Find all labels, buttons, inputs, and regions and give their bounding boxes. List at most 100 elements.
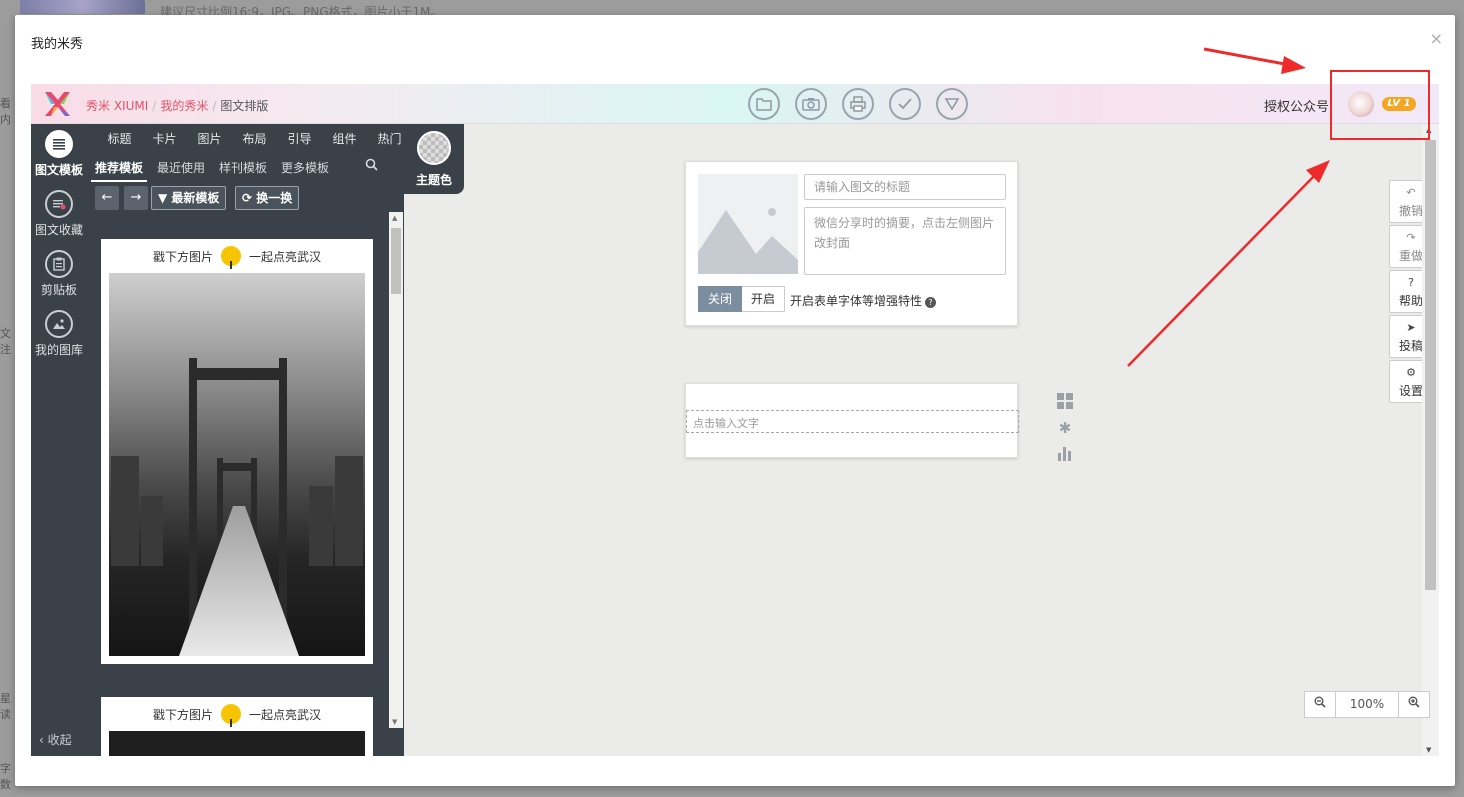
theme-swatch <box>417 131 451 165</box>
sidebar-item-image-library[interactable]: 我的图库 <box>31 310 87 358</box>
enhance-toggle-label: 开启表单字体等增强特性? <box>790 292 937 309</box>
question-icon[interactable]: ? <box>925 297 937 308</box>
lightbulb-icon <box>221 704 241 727</box>
sidebar-item-clipboard[interactable]: 剪贴板 <box>31 250 87 298</box>
template-card[interactable]: 戳下方图片 一起点亮武汉 <box>101 697 373 756</box>
zoom-in-button[interactable] <box>1398 691 1430 718</box>
breadcrumb-separator: / <box>152 99 157 113</box>
sidebar-item-label: 图文模板 <box>34 163 83 177</box>
camera-icon[interactable] <box>795 88 827 120</box>
theme-color-button[interactable]: 主题色 <box>404 124 464 194</box>
shuffle-label: 换一换 <box>256 191 293 205</box>
asterisk-icon[interactable]: ✱ <box>1057 419 1073 445</box>
prev-button[interactable]: ← <box>95 186 119 210</box>
sidebar-item-favorites[interactable]: 图文收藏 <box>31 190 87 238</box>
caption-left: 戳下方图片 <box>152 249 213 264</box>
left-sidebar: 图文模板 图文收藏 剪贴板 我的图库 ‹ 收起 <box>31 124 87 756</box>
filter-icon: ▼ <box>158 191 168 205</box>
breadcrumb-home[interactable]: 秀米 XIUMI <box>86 99 148 113</box>
search-icon[interactable] <box>365 158 378 175</box>
text-input-area[interactable]: 点击输入文字 <box>686 410 1019 433</box>
background-thumbnail <box>20 0 145 14</box>
tab-sample[interactable]: 样刊模板 <box>215 157 271 182</box>
background-fragment: 看内 <box>0 97 11 126</box>
canvas-scrollbar[interactable]: ▲ ▼ <box>1422 124 1439 756</box>
cover-card: 关闭 开启 开启表单字体等增强特性? <box>685 161 1018 326</box>
card-spacer <box>101 656 373 664</box>
clipboard-icon <box>45 250 73 278</box>
annotation-highlight-box <box>1330 70 1430 140</box>
print-icon[interactable] <box>842 88 874 120</box>
scrollbar-thumb[interactable] <box>391 228 401 294</box>
next-button[interactable]: → <box>124 186 148 210</box>
enhance-toggle: 关闭 开启 <box>698 286 786 312</box>
article-title-input[interactable] <box>804 174 1006 200</box>
tab-recommended[interactable]: 推荐模板 <box>91 157 148 182</box>
tab-more[interactable]: 更多模板 <box>277 157 333 182</box>
scrollbar-thumb[interactable] <box>1425 140 1436 590</box>
image-library-icon <box>45 310 73 338</box>
xiumi-logo[interactable] <box>41 88 73 120</box>
bar-chart-icon[interactable] <box>1057 445 1073 471</box>
caption-right: 一起点亮武汉 <box>249 249 322 264</box>
tab-layout[interactable]: 布局 <box>232 130 277 147</box>
sidebar-item-templates[interactable]: 图文模板 <box>31 130 87 178</box>
modal-title: 我的米秀 <box>31 37 84 52</box>
collapse-label: 收起 <box>47 733 72 747</box>
breadcrumb-my-xiumi[interactable]: 我的秀米 <box>160 99 208 113</box>
summary-input[interactable] <box>804 207 1006 275</box>
zoom-level: 100% <box>1336 691 1398 718</box>
newest-templates-button[interactable]: ▼ 最新模板 <box>151 186 227 210</box>
tab-card[interactable]: 卡片 <box>142 130 187 147</box>
tab-guide[interactable]: 引导 <box>277 130 322 147</box>
list-icon <box>45 130 73 158</box>
scroll-down-icon[interactable]: ▼ <box>392 718 397 726</box>
undo-label: 撤销 <box>1398 204 1423 218</box>
sidebar-item-label: 我的图库 <box>34 343 83 357</box>
scroll-up-icon[interactable]: ▲ <box>392 214 397 222</box>
refresh-icon: ⟳ <box>242 191 253 205</box>
template-photo <box>109 731 365 756</box>
collapse-button[interactable]: ‹ 收起 <box>39 731 72 748</box>
zoom-control: 100% <box>1304 691 1430 718</box>
template-caption: 戳下方图片 一起点亮武汉 <box>101 697 373 731</box>
text-block-card: 点击输入文字 <box>685 383 1019 458</box>
zoom-out-icon <box>1314 696 1326 708</box>
submit-label: 投稿 <box>1398 339 1423 353</box>
triangle-down-icon[interactable] <box>936 88 968 120</box>
check-icon[interactable] <box>889 88 921 120</box>
settings-label: 设置 <box>1398 384 1423 398</box>
template-scrollbar[interactable]: ▲ ▼ <box>389 212 403 728</box>
image-placeholder-icon <box>698 174 798 274</box>
chevron-left-icon: ‹ <box>39 733 44 747</box>
sidebar-item-label: 剪贴板 <box>40 283 77 297</box>
background-fragment: 字数 <box>0 762 11 791</box>
building-silhouette <box>335 456 363 566</box>
breadcrumb-current: 图文排版 <box>220 99 269 113</box>
tab-image[interactable]: 图片 <box>187 130 232 147</box>
editor-topbar: 秀米 XIUMI / 我的秀米 / 图文排版 授权公众号 LV 1 <box>31 84 1439 124</box>
folder-icon[interactable] <box>748 88 780 120</box>
template-panel-header: 标题 卡片 图片 布局 引导 组件 热门 推荐模板 最近使用 样刊模板 更多模板… <box>87 124 404 212</box>
shuffle-button[interactable]: ⟳ 换一换 <box>235 186 300 210</box>
favorite-list-icon <box>45 190 73 218</box>
tab-title[interactable]: 标题 <box>97 130 142 147</box>
scroll-down-icon[interactable]: ▼ <box>1426 746 1431 754</box>
template-card[interactable]: 戳下方图片 一起点亮武汉 <box>101 239 373 664</box>
grid-icon[interactable] <box>1057 393 1073 419</box>
zoom-out-button[interactable] <box>1304 691 1336 718</box>
bridge-crossbeam <box>217 463 257 471</box>
toggle-on-button[interactable]: 开启 <box>742 286 786 312</box>
editor-frame: 秀米 XIUMI / 我的秀米 / 图文排版 授权公众号 LV 1 图文模板 图… <box>31 84 1439 756</box>
tab-component[interactable]: 组件 <box>322 130 367 147</box>
category-tabs: 标题 卡片 图片 布局 引导 组件 热门 <box>97 130 412 147</box>
lightbulb-icon <box>221 246 241 269</box>
cover-image[interactable] <box>698 174 798 274</box>
toggle-off-button[interactable]: 关闭 <box>698 286 743 312</box>
tab-recent[interactable]: 最近使用 <box>153 157 209 182</box>
caption-left: 戳下方图片 <box>152 707 213 722</box>
background-fragment: 文注 <box>0 327 11 356</box>
close-icon[interactable]: × <box>1430 31 1443 47</box>
building-silhouette <box>309 486 333 566</box>
authorize-account-link[interactable]: 授权公众号 <box>1264 96 1329 115</box>
